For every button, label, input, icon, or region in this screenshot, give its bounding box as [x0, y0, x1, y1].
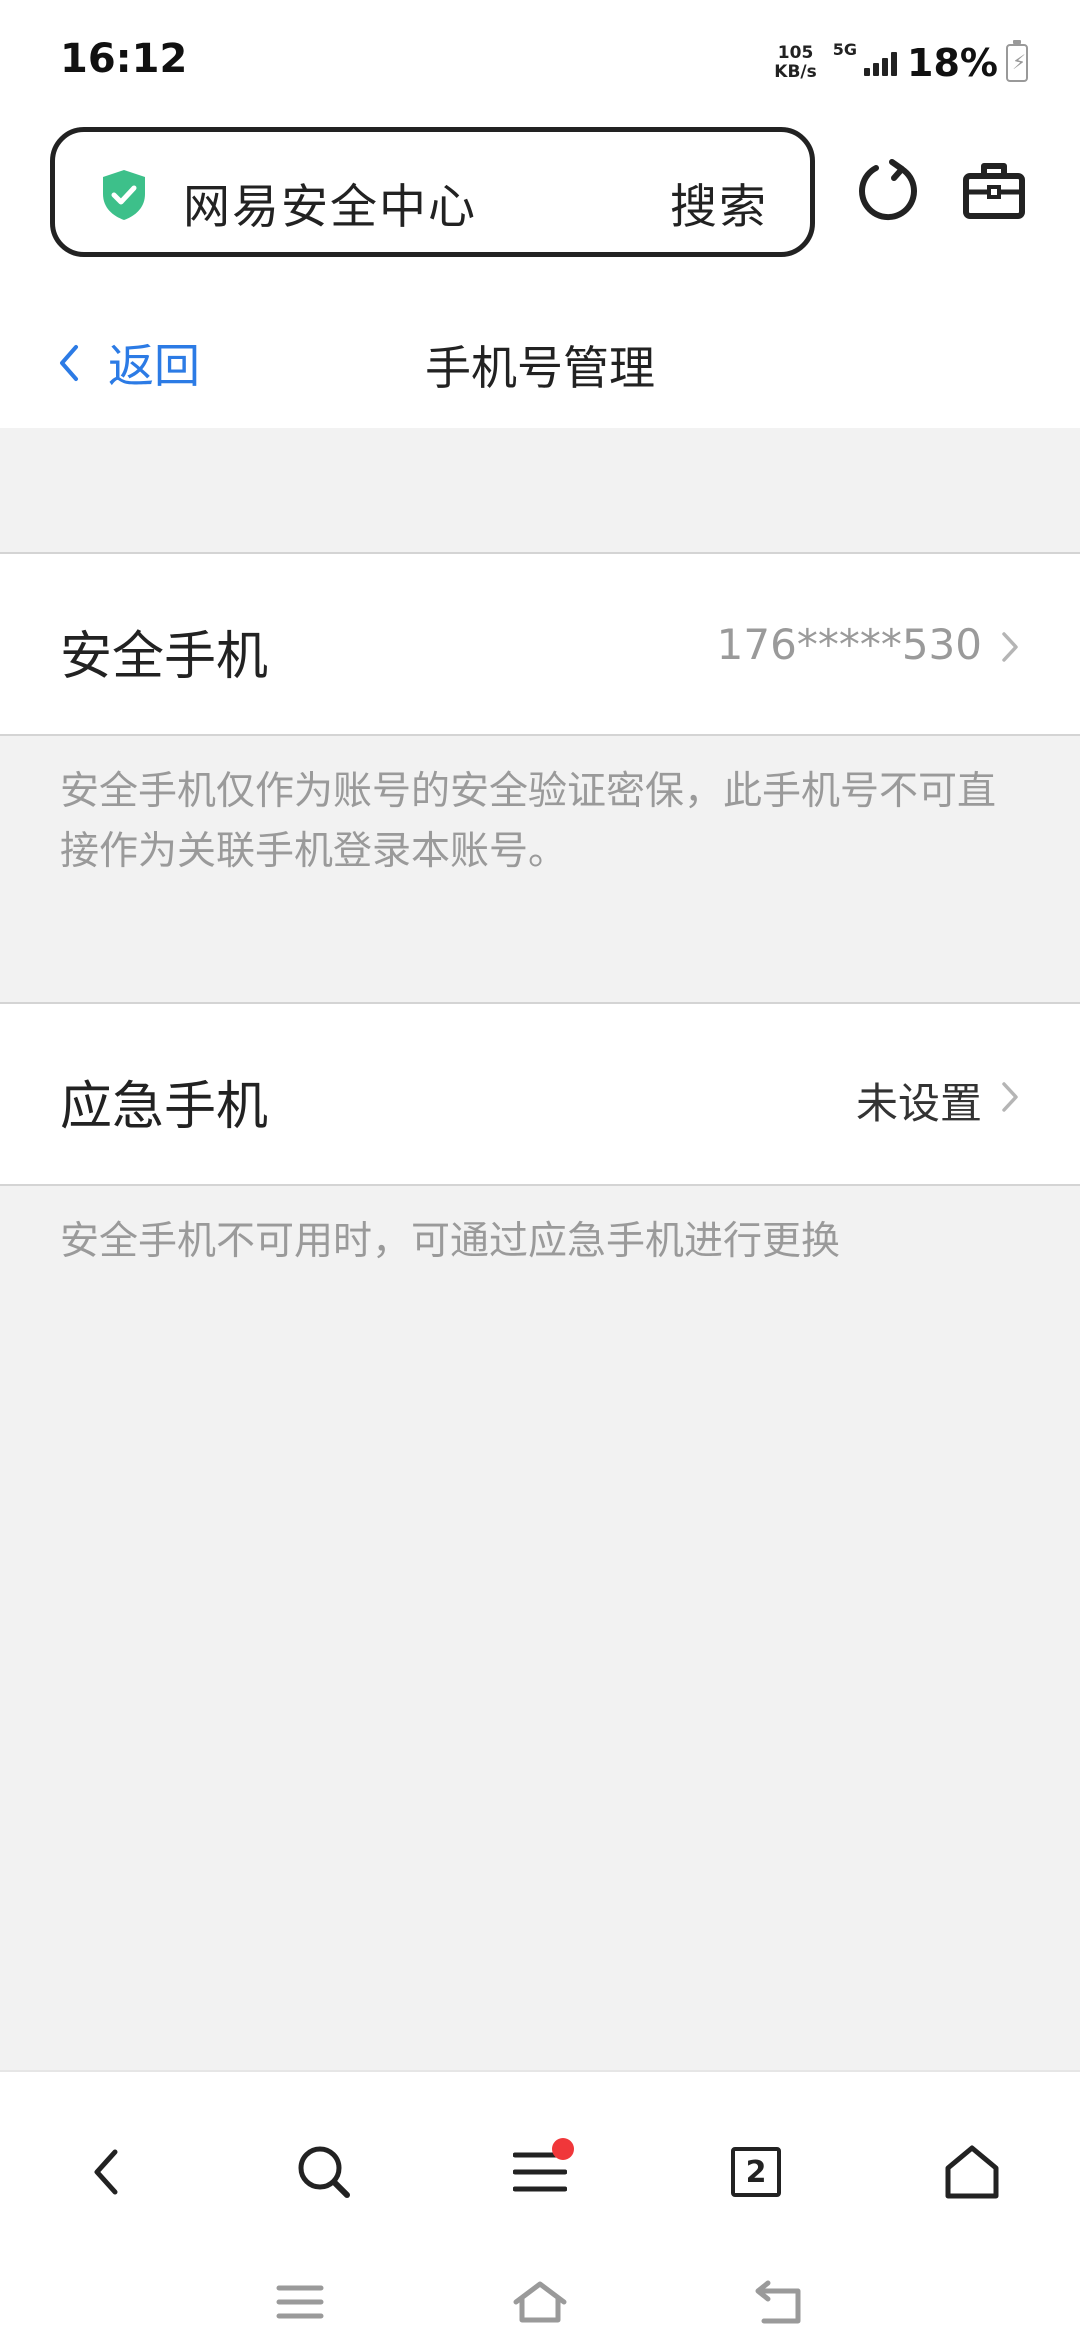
network-speed-value: 105 [777, 43, 814, 63]
home-icon [945, 2145, 999, 2199]
shield-check-icon [103, 170, 145, 220]
emergency-phone-value: 未设置 [855, 1079, 982, 1128]
security-phone-note: 安全手机仅作为账号的安全验证密保，此手机号不可直接作为关联手机登录本账号。 [60, 769, 997, 874]
status-time: 16:12 [60, 36, 188, 82]
battery-level: 18% [907, 41, 998, 85]
security-phone-label: 安全手机 [60, 627, 269, 687]
emergency-phone-note: 安全手机不可用时，可通过应急手机进行更换 [60, 1219, 841, 1264]
browser-toolbar: 2 [0, 2070, 1080, 2344]
status-bar: 16:12 105 KB/s 5G 18% ⚡ [0, 0, 1080, 120]
emergency-phone-row[interactable]: 应急手机 未设置 [0, 1002, 1080, 1186]
menu-button[interactable] [490, 2122, 590, 2222]
status-indicators: 105 KB/s 5G 18% ⚡ [774, 38, 1028, 88]
system-home-button[interactable] [500, 2272, 580, 2332]
refresh-icon[interactable] [856, 158, 920, 222]
network-type: 5G [832, 40, 858, 59]
security-phone-row[interactable]: 安全手机 176*****530 [0, 552, 1080, 736]
site-name: 网易安全中心 [183, 180, 477, 235]
home-button[interactable] [922, 2122, 1022, 2222]
home-icon [513, 2281, 567, 2323]
page-header: 返回 手机号管理 [0, 300, 1080, 428]
network-speed-unit: KB/s [774, 62, 817, 82]
emergency-phone-label: 应急手机 [60, 1077, 269, 1137]
toolbox-icon[interactable] [962, 160, 1026, 220]
search-icon [298, 2146, 350, 2198]
search-button[interactable]: 搜索 [670, 168, 768, 237]
search-tool-button[interactable] [274, 2122, 374, 2222]
address-bar[interactable]: 网易安全中心 搜索 [50, 127, 815, 257]
recents-icon [276, 2285, 324, 2319]
chevron-left-icon [94, 2149, 118, 2195]
system-menu-button[interactable] [260, 2272, 340, 2332]
battery-icon: ⚡ [1006, 40, 1028, 82]
chevron-right-icon [1002, 1082, 1018, 1112]
tabs-button[interactable]: 2 [706, 2122, 806, 2222]
page-title: 手机号管理 [425, 341, 655, 395]
system-back-button[interactable] [740, 2272, 820, 2332]
security-phone-value: 176*****530 [716, 620, 982, 669]
back-arrow-icon [755, 2280, 801, 2324]
tab-count: 2 [731, 2147, 781, 2197]
signal-icon [861, 50, 898, 76]
network-speed: 105 KB/s [774, 44, 816, 82]
notification-dot [552, 2138, 574, 2160]
chevron-right-icon [1002, 632, 1018, 662]
back-nav-button[interactable] [56, 2122, 156, 2222]
